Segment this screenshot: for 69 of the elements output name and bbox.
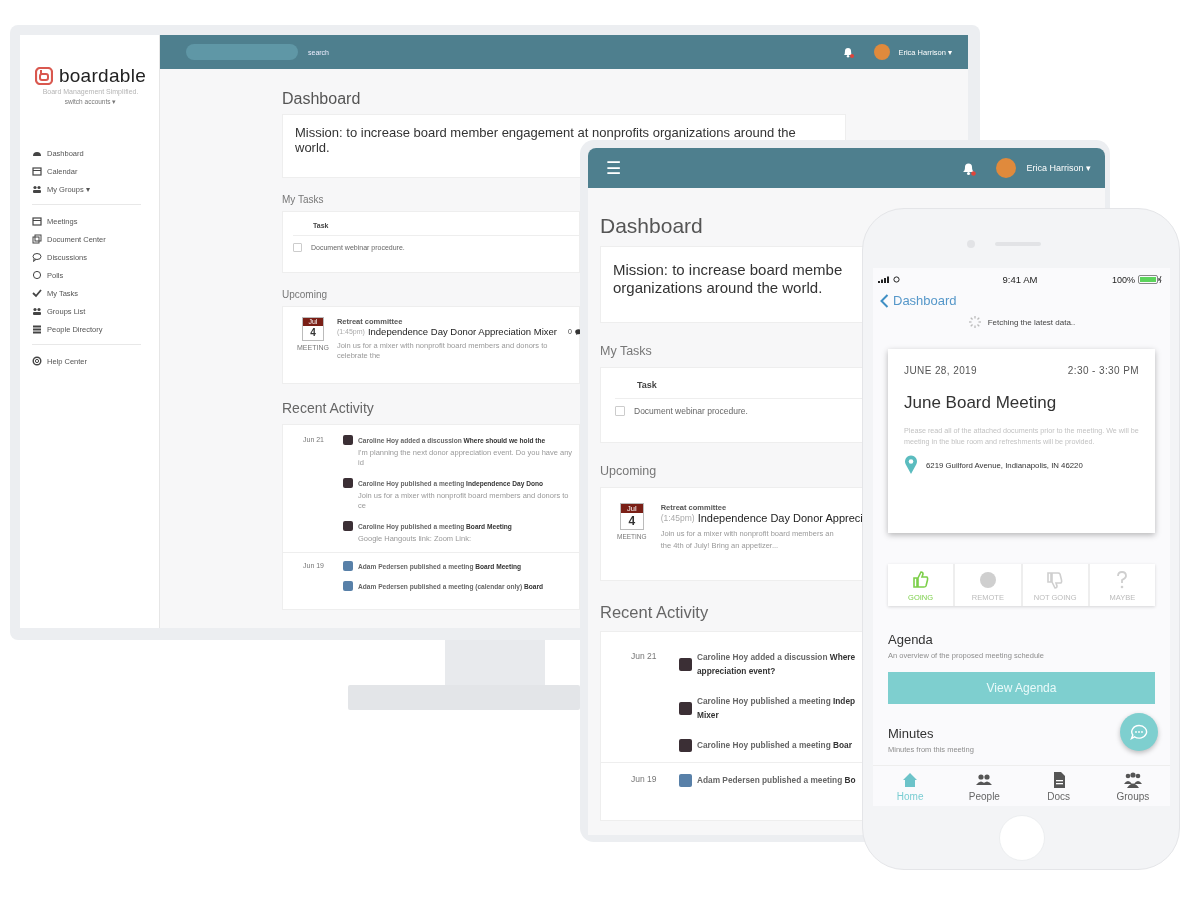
- signal-icon: [878, 276, 890, 283]
- avatar: [343, 521, 353, 531]
- people-icon: [32, 184, 42, 194]
- avatar: [874, 44, 891, 60]
- checkmark-icon: [32, 288, 42, 298]
- chat-bubble-icon: [1130, 724, 1148, 740]
- section-heading: Upcoming: [600, 464, 657, 478]
- activity-text: Caroline Hoy added a discussion Where appreciation event?: [697, 651, 856, 678]
- bell-icon[interactable]: [842, 46, 855, 58]
- user-menu[interactable]: Erica Harrison ▾: [1026, 163, 1091, 173]
- section-heading: Minutes: [888, 726, 934, 741]
- section-heading: My Tasks: [282, 194, 324, 205]
- avatar: [679, 701, 692, 715]
- avatar: [679, 738, 692, 752]
- page-title: Dashboard: [600, 214, 703, 238]
- spinner-icon: [967, 315, 982, 329]
- event-title[interactable]: Independence Day Donor Appreci: [697, 512, 863, 524]
- date-day: 4: [310, 326, 316, 340]
- calendar-icon: [32, 166, 42, 176]
- activity-date: Jun 19: [631, 773, 658, 786]
- avatar: [996, 158, 1017, 178]
- chevron-left-icon: [880, 293, 889, 308]
- tab[interactable]: Groups: [1095, 766, 1170, 806]
- section-heading: Recent Activity: [282, 400, 374, 416]
- tab[interactable]: People: [947, 766, 1022, 806]
- lifebuoy-icon: [32, 356, 42, 366]
- tab[interactable]: Docs: [1021, 766, 1096, 806]
- section-heading: Upcoming: [282, 289, 328, 300]
- checkbox[interactable]: [615, 406, 625, 416]
- section-heading: Agenda: [888, 632, 933, 647]
- thumbs-up-icon: [910, 570, 931, 590]
- documents-icon: [32, 234, 42, 244]
- section-heading: Recent Activity: [600, 603, 709, 622]
- meeting-date: JUNE 28, 2019: [904, 365, 978, 376]
- house-icon: [901, 770, 920, 789]
- activity-text: Caroline Hoy published a meeting Indep Mixer: [697, 695, 856, 722]
- avatar: [343, 435, 353, 445]
- date-day: 4: [628, 513, 636, 529]
- task-label: Document webinar procedure.: [634, 406, 748, 416]
- section-heading: My Tasks: [600, 344, 652, 358]
- search-field[interactable]: [186, 44, 298, 60]
- event-title[interactable]: Independence Day Donor Appreciation Mixer: [367, 326, 557, 337]
- group-icon: [1123, 770, 1142, 789]
- meeting-time: 2:30 - 3:30 PM: [1067, 365, 1139, 376]
- event-time: (1:45pm): [660, 513, 695, 523]
- avatar: [679, 657, 692, 671]
- activity-date: Jun 21: [631, 650, 658, 663]
- page-title: Dashboard: [282, 90, 361, 108]
- back-link[interactable]: Dashboard: [880, 293, 957, 308]
- meeting-title: June Board Meeting: [904, 393, 1058, 413]
- avatar: [343, 478, 353, 488]
- battery-icon: [1138, 275, 1162, 284]
- sync-icon: [893, 276, 900, 283]
- list-icon: [32, 324, 42, 334]
- loading-text: Fetching the latest data..: [987, 317, 1076, 327]
- battery-percent: 100%: [1111, 274, 1135, 285]
- checkbox[interactable]: [293, 243, 302, 252]
- map-pin-icon: [904, 455, 918, 475]
- menu-button[interactable]: ☰: [606, 157, 621, 179]
- status-time: 9:41 AM: [1002, 274, 1038, 285]
- activity-text: Adam Pedersen published a meeting Bo: [697, 774, 856, 787]
- ring-icon: [32, 270, 42, 280]
- calendar-icon: [32, 216, 42, 226]
- avatar: [679, 773, 692, 787]
- logo-text: boardable: [58, 65, 147, 87]
- speech-bubble-icon: [32, 252, 42, 262]
- logo-icon: [34, 67, 53, 85]
- people-icon: [32, 306, 42, 316]
- activity-text: Caroline Hoy published a meeting Boar: [697, 739, 852, 752]
